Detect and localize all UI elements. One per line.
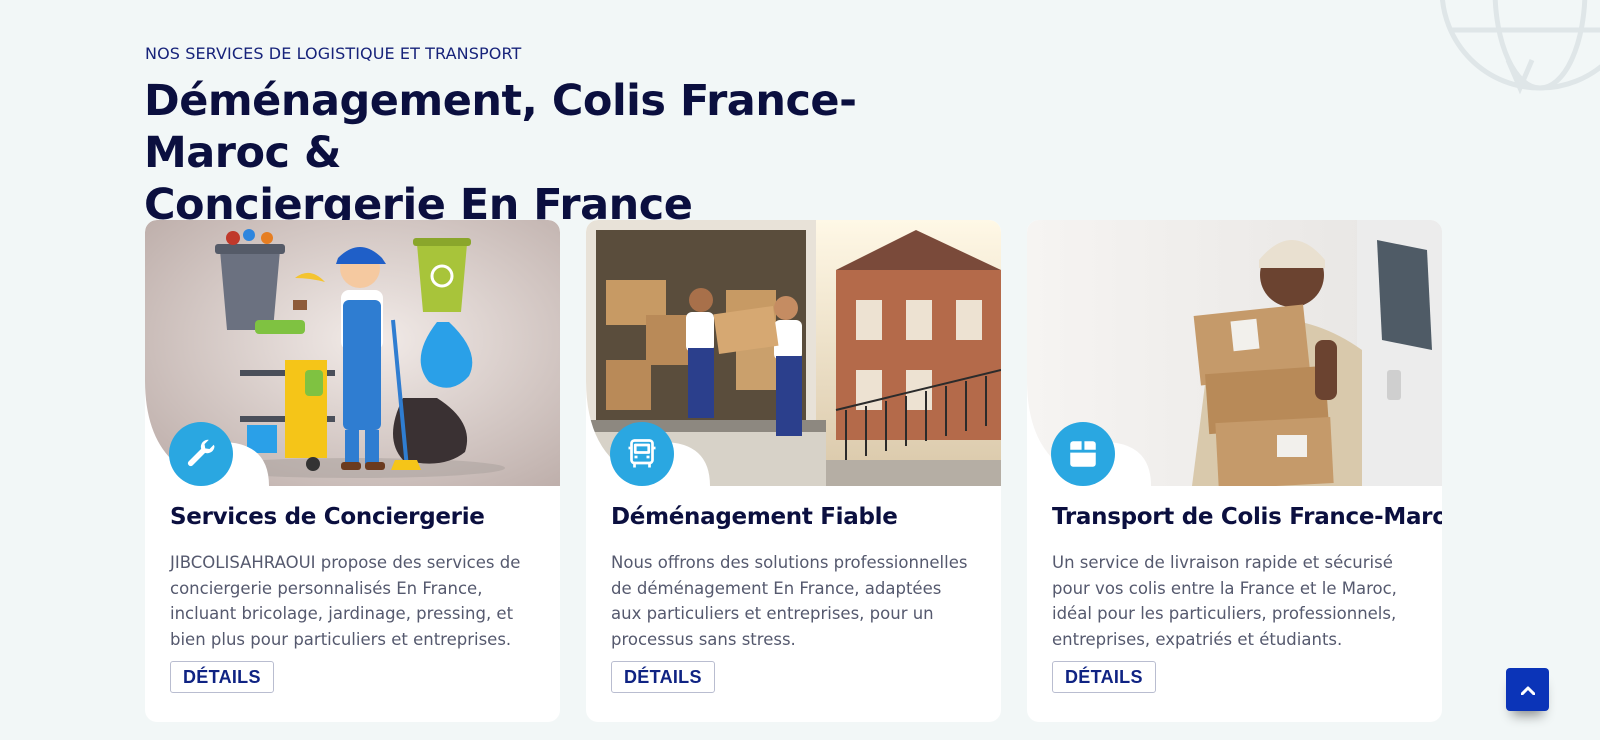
service-card-demenagement: Déménagement Fiable Nous offrons des sol…: [586, 220, 1001, 722]
card-description: JIBCOLISAHRAOUI propose des services de …: [170, 553, 521, 649]
globe-decoration-icon: [1440, 0, 1600, 95]
card-title: Déménagement Fiable: [611, 504, 898, 530]
card-image: [586, 220, 1001, 486]
services-section: NOS SERVICES DE LOGISTIQUE ET TRANSPORT …: [0, 0, 1600, 740]
heading-line-1: Déménagement, Colis France-Maroc &: [144, 76, 857, 178]
service-card-colis: Transport de Colis France-Maroc Un servi…: [1027, 220, 1442, 722]
wrench-icon: [169, 422, 233, 486]
card-title: Services de Conciergerie: [170, 504, 485, 530]
chevron-up-icon: [1520, 686, 1535, 695]
truck-icon: [610, 422, 674, 486]
details-button[interactable]: DÉTAILS: [170, 661, 274, 693]
truck-icon-glyph: [628, 439, 656, 468]
card-image: [1027, 220, 1442, 486]
card-title: Transport de Colis France-Maroc: [1052, 504, 1442, 530]
card-description: Un service de livraison rapide et sécuri…: [1052, 553, 1397, 649]
box-icon-glyph: [1070, 441, 1096, 467]
wrench-icon-glyph: [187, 439, 215, 467]
details-button[interactable]: DÉTAILS: [1052, 661, 1156, 693]
box-icon: [1051, 422, 1115, 486]
card-description: Nous offrons des solutions professionnel…: [611, 553, 968, 649]
details-button[interactable]: DÉTAILS: [611, 661, 715, 693]
card-image: [145, 220, 560, 486]
section-eyebrow: NOS SERVICES DE LOGISTIQUE ET TRANSPORT: [145, 44, 522, 63]
section-heading: Déménagement, Colis France-Maroc & Conci…: [144, 75, 984, 231]
scroll-to-top-button[interactable]: [1506, 668, 1549, 711]
service-card-conciergerie: Services de Conciergerie JIBCOLISAHRAOUI…: [145, 220, 560, 722]
